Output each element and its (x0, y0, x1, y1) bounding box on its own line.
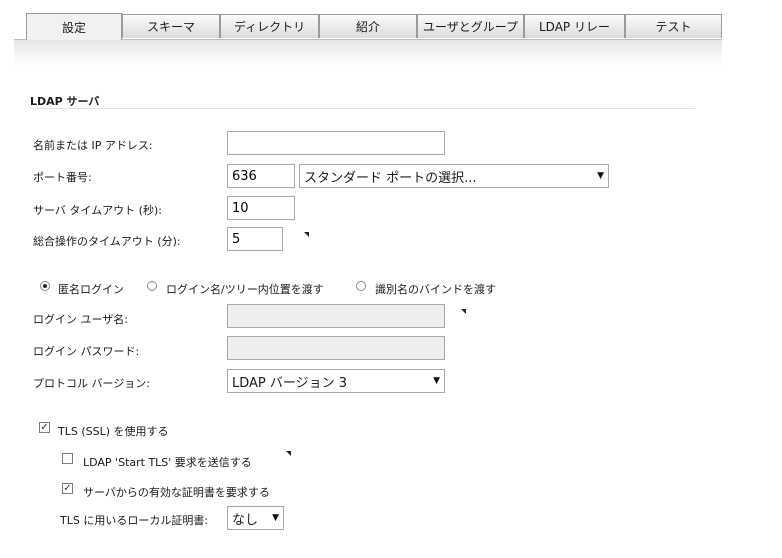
local-cert-select[interactable]: なし ▼ (227, 506, 284, 530)
tab-users-groups[interactable]: ユーザとグループ (417, 14, 524, 38)
start-tls-label: LDAP 'Start TLS' 要求を送信する (83, 456, 252, 469)
chevron-down-icon: ▼ (597, 171, 604, 181)
tab-ldap-relay[interactable]: LDAP リレー (524, 14, 625, 38)
help-marker-icon (304, 232, 309, 237)
server-timeout-input[interactable] (227, 196, 295, 220)
port-input[interactable] (227, 164, 295, 188)
login-password-label: ログイン パスワード: (33, 345, 140, 358)
use-tls-label: TLS (SSL) を使用する (58, 425, 169, 438)
start-tls-checkbox[interactable] (62, 453, 73, 464)
total-timeout-label: 総合操作のタイムアウト (分): (33, 235, 181, 248)
chevron-down-icon: ▼ (433, 376, 440, 386)
radio-anonymous-login-label: 匿名ログイン (58, 283, 124, 296)
protocol-version-select[interactable]: LDAP バージョン 3 ▼ (227, 369, 445, 393)
login-password-input[interactable] (227, 336, 445, 360)
port-label: ポート番号: (33, 171, 92, 184)
tab-referral[interactable]: 紹介 (319, 14, 417, 38)
server-timeout-label: サーバ タイムアウト (秒): (33, 204, 162, 217)
standard-port-select[interactable]: スタンダード ポートの選択... ▼ (299, 164, 609, 188)
use-tls-checkbox[interactable]: ✓ (39, 422, 50, 433)
login-user-input[interactable] (227, 304, 445, 328)
protocol-version-label: プロトコル バージョン: (33, 377, 150, 390)
chevron-down-icon: ▼ (272, 513, 279, 523)
tab-settings[interactable]: 設定 (26, 13, 122, 40)
login-user-label: ログイン ユーザ名: (33, 313, 128, 326)
standard-port-select-value: スタンダード ポートの選択... (304, 170, 477, 186)
section-divider (30, 108, 695, 109)
tab-schema[interactable]: スキーマ (122, 14, 220, 38)
local-cert-label: TLS に用いるローカル証明書: (60, 514, 209, 527)
radio-login-name-tree-label: ログイン名/ツリー内位置を渡す (166, 283, 324, 296)
radio-anonymous-login[interactable] (40, 281, 50, 291)
tab-test[interactable]: テスト (625, 14, 722, 38)
total-timeout-input[interactable] (227, 227, 283, 251)
tab-directory[interactable]: ディレクトリ (220, 14, 319, 38)
require-cert-label: サーバからの有効な証明書を要求する (83, 486, 270, 499)
protocol-version-value: LDAP バージョン 3 (232, 375, 348, 391)
help-marker-icon (461, 309, 466, 314)
radio-bind-dn-label: 識別名のバインドを渡す (375, 283, 496, 296)
host-label: 名前または IP アドレス: (33, 139, 153, 152)
local-cert-value: なし (232, 512, 259, 528)
require-cert-checkbox[interactable]: ✓ (62, 483, 73, 494)
help-marker-icon (286, 451, 291, 456)
radio-bind-dn[interactable] (356, 281, 366, 291)
section-title: LDAP サーバ (30, 95, 100, 108)
host-input[interactable] (227, 131, 445, 155)
radio-login-name-tree[interactable] (147, 281, 157, 291)
tab-content-header (14, 39, 722, 66)
